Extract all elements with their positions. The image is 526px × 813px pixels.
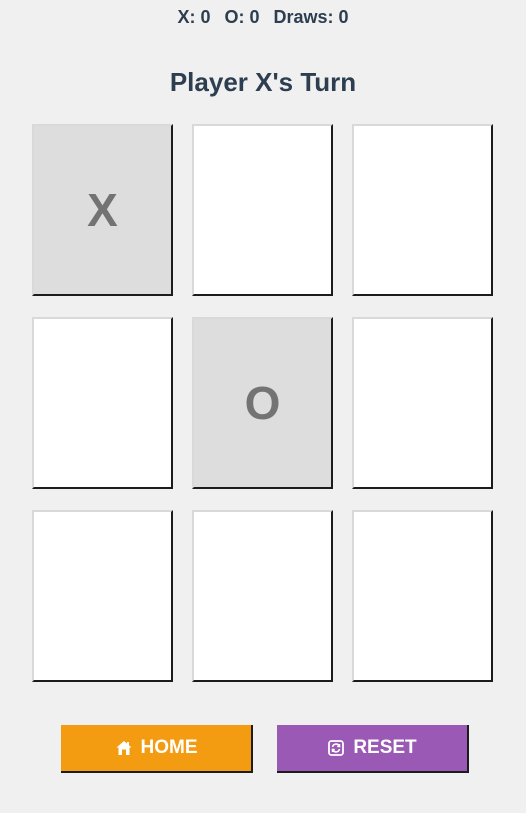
score-o-value: 0 — [249, 7, 260, 27]
home-icon — [115, 739, 133, 757]
home-button[interactable]: HOME — [61, 725, 253, 773]
score-o-label: O: — [224, 7, 245, 27]
reset-icon — [327, 739, 345, 757]
board-cell-8[interactable] — [192, 510, 333, 682]
board-cell-5[interactable]: O — [192, 317, 333, 489]
board-cell-6[interactable] — [352, 317, 493, 489]
board-cell-3[interactable] — [352, 124, 493, 296]
game-board: X O — [32, 124, 498, 688]
home-button-label: HOME — [140, 737, 198, 758]
board-cell-2[interactable] — [192, 124, 333, 296]
score-x-label: X: — [177, 7, 196, 27]
score-x-value: 0 — [200, 7, 211, 27]
score-draws-label: Draws: — [273, 7, 334, 27]
board-cell-4[interactable] — [32, 317, 173, 489]
turn-status: Player X's Turn — [169, 67, 357, 97]
score-draws-value: 0 — [338, 7, 349, 27]
reset-button[interactable]: RESET — [277, 725, 469, 773]
board-cell-9[interactable] — [352, 510, 493, 682]
board-cell-1[interactable]: X — [32, 124, 173, 296]
board-cell-7[interactable] — [32, 510, 173, 682]
reset-button-label: RESET — [353, 737, 417, 758]
scoreboard: X: 0 O: 0 Draws: 0 — [0, 7, 526, 28]
